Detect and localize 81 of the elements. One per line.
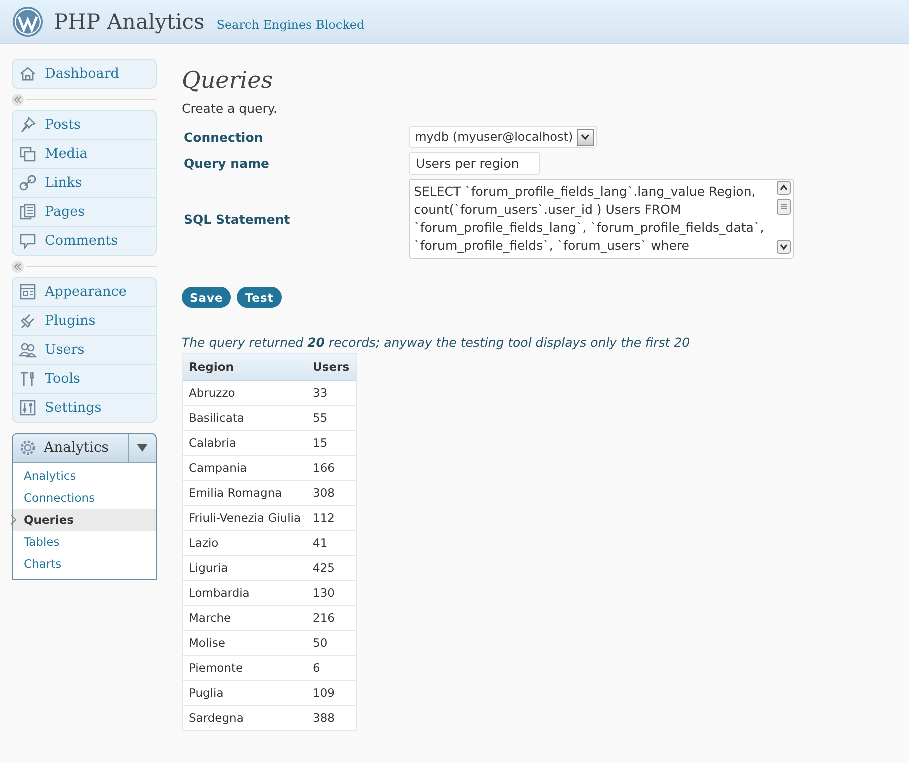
table-cell: Lazio: [182, 530, 308, 556]
field-label: Connection: [183, 130, 264, 144]
result-message: The query returned 20 records; anyway the testing tool displays only the first 20: [182, 335, 692, 350]
query-name-field[interactable]: Users per region: [409, 152, 540, 175]
sidebar-menu-item[interactable]: Links: [13, 168, 156, 197]
sidebar-menu-item[interactable]: Settings: [13, 393, 156, 422]
submenu-item[interactable]: Connections: [13, 487, 156, 509]
sidebar-menu-item[interactable]: Pages: [13, 197, 156, 226]
table-cell: Abruzzo: [182, 380, 308, 406]
table-cell: 425: [307, 556, 356, 580]
media-icon: [19, 145, 37, 163]
sidebar-menu-item[interactable]: Posts: [13, 111, 156, 139]
sidebar-menu-item[interactable]: Media: [13, 139, 156, 168]
table-cell: 216: [307, 606, 356, 630]
home-icon: [19, 65, 37, 83]
table-cell: 55: [307, 406, 356, 430]
table-cell: 166: [307, 456, 356, 480]
sidebar-menu-item[interactable]: Tools: [13, 364, 156, 393]
action-button[interactable]: Test: [237, 287, 282, 308]
chain-link-icon: [19, 174, 37, 192]
current-item-pointer-icon: [11, 515, 17, 525]
table-cell: Piemonte: [182, 656, 308, 680]
wordpress-logo-icon[interactable]: [12, 6, 44, 38]
submenu-item[interactable]: Tables: [13, 531, 156, 553]
submenu-item[interactable]: Charts: [13, 553, 156, 575]
table-cell: Puglia: [182, 680, 308, 706]
column-header[interactable]: Users: [307, 354, 356, 380]
table-cell: 6: [307, 656, 356, 680]
scroll-down-icon[interactable]: [777, 240, 792, 254]
table-cell: Emilia Romagna: [182, 480, 308, 506]
table-cell: 109: [307, 680, 356, 706]
pushpin-icon: [19, 116, 37, 134]
submenu-item[interactable]: Queries: [13, 509, 156, 531]
site-title[interactable]: PHP Analytics: [54, 10, 205, 34]
collapse-menu-icon[interactable]: [12, 260, 24, 272]
speech-bubble-icon: [19, 232, 37, 250]
search-engines-notice[interactable]: Search Engines Blocked: [216, 18, 365, 32]
down-triangle-icon: [137, 443, 148, 453]
table-cell: Sardegna: [182, 706, 308, 730]
field-label: SQL Statement: [183, 212, 290, 226]
table-cell: 50: [307, 630, 356, 656]
table-cell: Liguria: [182, 556, 308, 580]
scroll-up-icon[interactable]: [777, 181, 792, 195]
action-button[interactable]: Save: [182, 287, 232, 308]
sidebar-menu-item[interactable]: Appearance: [13, 278, 156, 306]
table-cell: Basilicata: [182, 406, 308, 430]
collapse-menu-icon[interactable]: [12, 94, 24, 106]
table-cell: 41: [307, 530, 356, 556]
table-cell: Marche: [182, 606, 308, 630]
table-cell: 15: [307, 430, 356, 456]
table-cell: Calabria: [182, 430, 308, 456]
column-header[interactable]: Region: [182, 354, 308, 380]
people-icon: [19, 341, 37, 359]
sidebar-menu-item[interactable]: Users: [13, 335, 156, 364]
connection-dropdown[interactable]: mydb (myuser@localhost): [409, 126, 598, 148]
field-label: Query name: [183, 156, 270, 171]
plug-icon: [19, 312, 37, 330]
page-title: Queries: [182, 67, 274, 96]
scroll-thumb-icon[interactable]: [777, 198, 792, 214]
sidebar-menu-item[interactable]: Dashboard: [13, 60, 156, 88]
window-layout-icon: [19, 283, 37, 301]
tools-icon: [19, 370, 37, 388]
table-cell: 130: [307, 580, 356, 606]
gear-icon: [19, 439, 37, 457]
analytics-menu-title[interactable]: Analytics: [44, 440, 109, 456]
sliders-icon: [19, 399, 37, 417]
table-cell: Campania: [182, 456, 308, 480]
intro-text: Create a query.: [182, 101, 278, 116]
table-cell: 33: [307, 380, 356, 406]
table-cell: 388: [307, 706, 356, 730]
sql-statement-textarea[interactable]: SELECT `forum_profile_fields_lang`.lang_value Region, count(`forum_users`.user_id ) Users FROM `forum_profile_fields_lang`, `forum_profile_fields_data`, `forum_profile_fields`, `forum_users` where: [409, 179, 794, 259]
sidebar-menu-item[interactable]: Comments: [13, 226, 156, 255]
table-cell: Friuli-Venezia Giulia: [182, 506, 308, 530]
pages-icon: [19, 203, 37, 221]
table-cell: 308: [307, 480, 356, 506]
table-cell: Lombardia: [182, 580, 308, 606]
sidebar-menu-item[interactable]: Plugins: [13, 306, 156, 335]
analytics-menu-header[interactable]: Analytics: [13, 434, 156, 463]
table-cell: 112: [307, 506, 356, 530]
table-cell: Molise: [182, 630, 308, 656]
submenu-item[interactable]: Analytics: [13, 465, 156, 487]
